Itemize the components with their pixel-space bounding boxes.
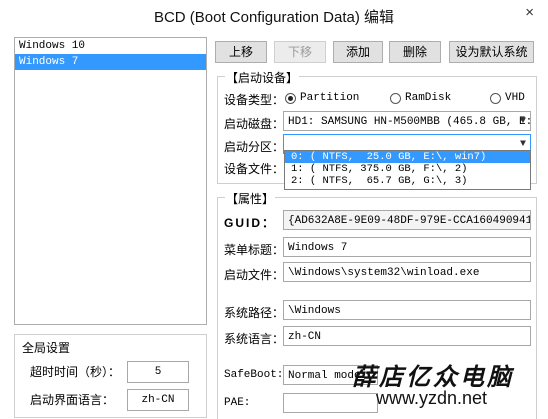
timeout-input[interactable]: 5 [127,361,189,383]
title-bar: BCD (Boot Configuration Data) 编辑 × [0,0,548,29]
boot-file-input[interactable]: \Windows\system32\winload.exe [283,262,531,282]
system-path-input[interactable]: \Windows [283,300,531,320]
window-title: BCD (Boot Configuration Data) 编辑 [153,9,395,26]
bcd-edit-window: BCD (Boot Configuration Data) 编辑 × Windo… [0,0,548,419]
partition-radio[interactable] [285,93,296,104]
boot-partition-label: 启动分区： [224,140,285,154]
list-item-windows-7[interactable]: Windows 7 [15,54,206,70]
watermark-url: www.yzdn.net [376,388,488,408]
partition-option-0[interactable]: 0: ( NTFS, 25.0 GB, E:\, win7) [285,151,530,163]
timeout-label: 超时时间（秒）： [30,365,121,379]
add-button[interactable]: 添加 [333,41,383,63]
guid-field[interactable]: {AD632A8E-9E09-48DF-979E-CCA160490941} [283,210,531,230]
system-language-input[interactable]: zh-CN [283,326,531,346]
safeboot-label: SafeBoot: [224,369,284,381]
close-icon[interactable]: × [525,4,534,21]
partition-option-2[interactable]: 2: ( NTFS, 65.7 GB, G:\, 3) [285,175,530,187]
boot-disk-value: HD1: SAMSUNG HN-M500MBB (465.8 GB, E: [288,116,531,128]
list-item-windows-10[interactable]: Windows 10 [15,38,206,54]
system-language-label: 系统语言： [224,332,285,346]
device-type-label: 设备类型： [224,93,285,107]
global-settings-title: 全局设置 [22,341,71,355]
vhd-radio[interactable] [490,93,501,104]
move-up-button[interactable]: 上移 [215,41,267,63]
chevron-down-icon: ▼ [519,116,526,127]
pae-select[interactable] [283,393,378,413]
properties-title: 【属性】 [225,190,276,207]
device-file-label: 设备文件： [224,162,285,176]
partition-dropdown-list[interactable]: 0: ( NTFS, 25.0 GB, E:\, win7) 1: ( NTFS… [284,150,531,190]
menu-title-input[interactable]: Windows 7 [283,237,531,257]
boot-disk-label: 启动磁盘： [224,117,285,131]
ui-language-label: 启动界面语言： [30,393,115,407]
delete-button[interactable]: 删除 [389,41,441,63]
set-default-button[interactable]: 设为默认系统 [449,41,534,63]
os-entry-list[interactable]: Windows 10 Windows 7 [14,37,207,325]
menu-title-label: 菜单标题： [224,243,285,257]
ui-language-input[interactable]: zh-CN [127,389,189,411]
boot-file-label: 启动文件： [224,268,285,282]
boot-disk-select[interactable]: HD1: SAMSUNG HN-M500MBB (465.8 GB, E: ▼ [283,111,531,131]
ramdisk-radio-label: RamDisk [405,92,452,104]
watermark-text: 薛店亿众电脑 [352,362,514,391]
partition-radio-label: Partition [300,92,360,104]
partition-option-1[interactable]: 1: ( NTFS, 375.0 GB, F:\, 2) [285,163,530,175]
system-path-label: 系统路径： [224,306,285,320]
move-down-button[interactable]: 下移 [274,41,326,63]
pae-label: PAE: [224,397,251,409]
ramdisk-radio[interactable] [390,93,401,104]
guid-label: GUID： [224,216,277,230]
boot-device-title: 【启动设备】 [225,69,300,86]
vhd-radio-label: VHD [505,92,525,104]
